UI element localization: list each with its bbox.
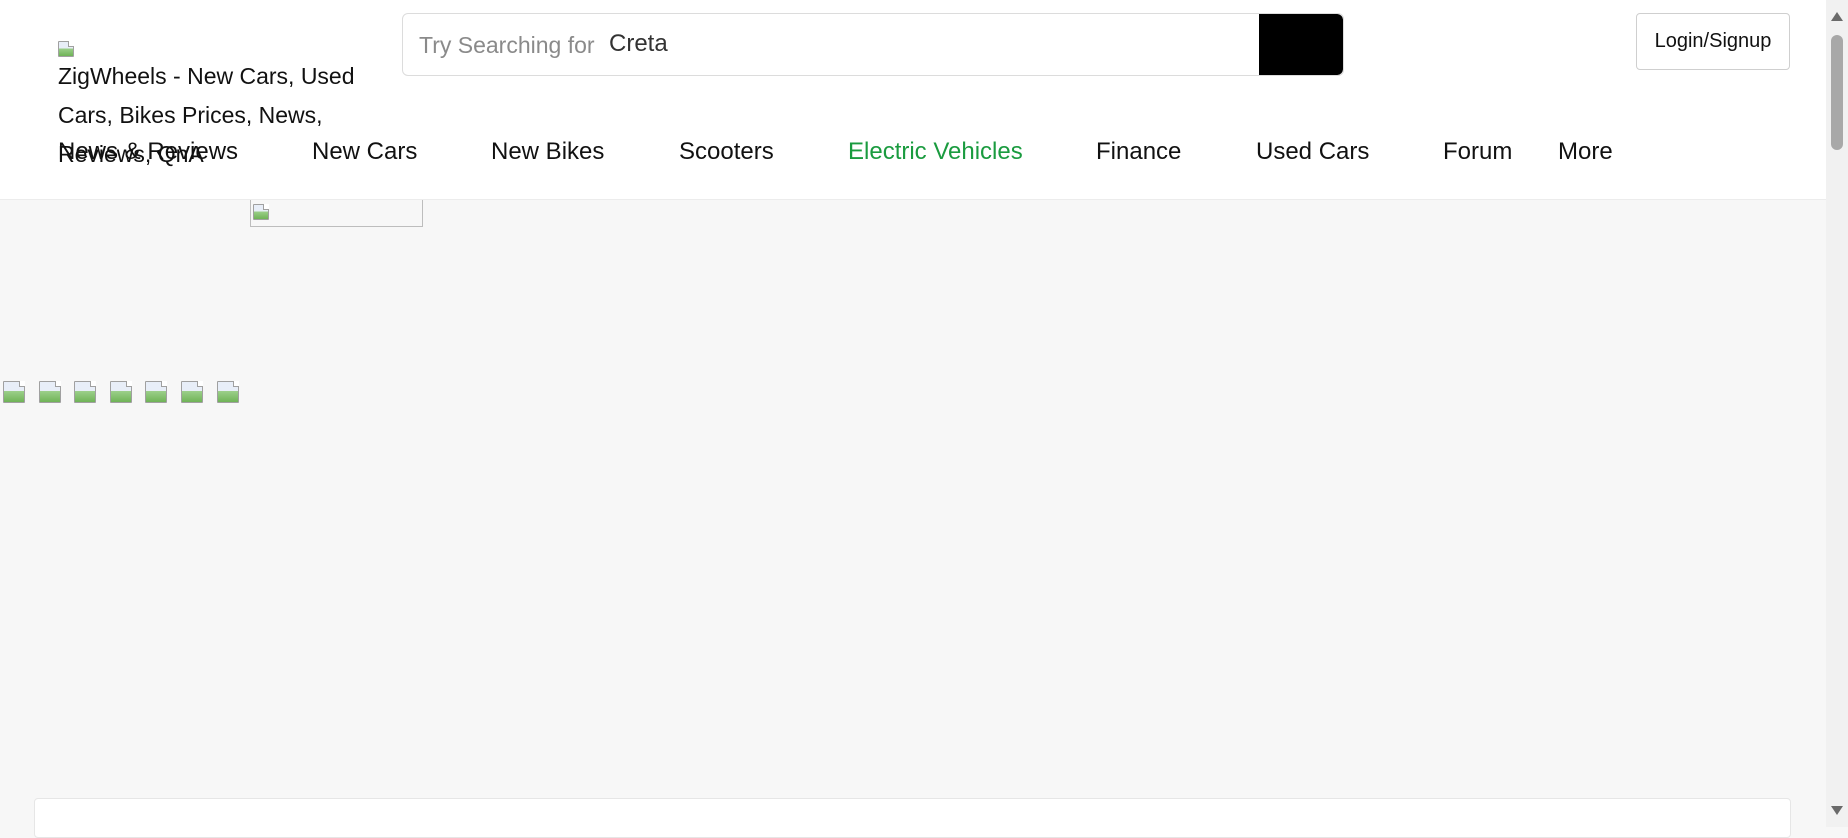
- nav-item-scooters[interactable]: Scooters: [679, 138, 774, 166]
- nav-item-forum[interactable]: Forum: [1443, 138, 1512, 166]
- search-input[interactable]: [603, 22, 1145, 66]
- nav-item-news-reviews[interactable]: News & Reviews: [58, 138, 238, 166]
- search-button[interactable]: [1259, 14, 1343, 75]
- scrollbar-thumb[interactable]: [1831, 35, 1843, 150]
- nav-item-more[interactable]: More: [1558, 138, 1613, 166]
- broken-image-icon: [74, 381, 96, 403]
- nav-item-used-cars[interactable]: Used Cars: [1256, 138, 1369, 166]
- thumbnail-image[interactable]: [108, 378, 134, 404]
- thumbnail-image[interactable]: [215, 378, 241, 404]
- login-signup-button[interactable]: Login/Signup: [1636, 13, 1790, 70]
- nav-item-electric-vehicles[interactable]: Electric Vehicles: [848, 138, 1023, 166]
- broken-image-icon: [110, 381, 132, 403]
- nav-item-new-cars[interactable]: New Cars: [312, 138, 417, 166]
- broken-image-icon: [3, 381, 25, 403]
- search-bar: Try Searching for: [402, 13, 1344, 76]
- thumbnail-image[interactable]: [143, 378, 169, 404]
- vertical-scrollbar[interactable]: [1826, 0, 1848, 827]
- banner-image[interactable]: [250, 200, 423, 227]
- main-nav: News & Reviews New Cars New Bikes Scoote…: [0, 138, 1700, 168]
- thumbnail-image[interactable]: [72, 378, 98, 404]
- site-header: ZigWheels - New Cars, Used Cars, Bikes P…: [0, 0, 1826, 200]
- thumbnail-image[interactable]: [179, 378, 205, 404]
- thumbnail-image[interactable]: [1, 378, 27, 404]
- broken-image-icon: [39, 381, 61, 403]
- thumbnail-image[interactable]: [37, 378, 63, 404]
- broken-image-icon: [58, 41, 74, 57]
- broken-image-icon: [217, 381, 239, 403]
- broken-image-icon: [181, 381, 203, 403]
- content-card: [34, 798, 1791, 838]
- scroll-down-arrow-icon[interactable]: [1831, 806, 1843, 815]
- nav-item-finance[interactable]: Finance: [1096, 138, 1181, 166]
- scroll-up-arrow-icon[interactable]: [1831, 12, 1843, 21]
- broken-image-icon: [145, 381, 167, 403]
- nav-item-new-bikes[interactable]: New Bikes: [491, 138, 604, 166]
- broken-image-icon: [253, 204, 269, 220]
- search-prefix-label: Try Searching for: [419, 32, 595, 58]
